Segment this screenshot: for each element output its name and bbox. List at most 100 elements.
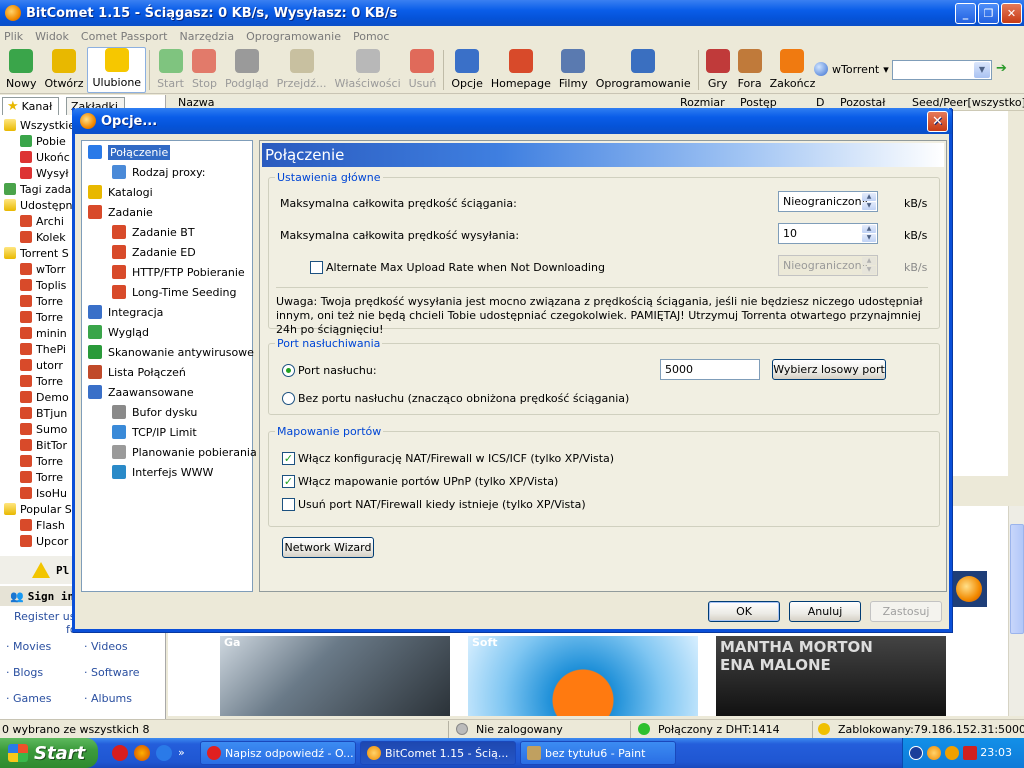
nav-item[interactable]: Skanowanie antywirusowe: [88, 343, 254, 361]
task-opera[interactable]: Napisz odpowiedź - O...: [200, 741, 356, 765]
alt-upload-label[interactable]: Alternate Max Upload Rate when Not Downl…: [326, 261, 605, 274]
close-button[interactable]: ✕: [1001, 3, 1022, 24]
link-videos[interactable]: · Videos: [84, 640, 162, 653]
upnp-checkbox[interactable]: ✓: [282, 475, 295, 488]
port-radio-label[interactable]: Port nasłuchu:: [298, 364, 377, 377]
internet-explorer-icon[interactable]: [156, 745, 172, 761]
ok-button[interactable]: OK: [708, 601, 780, 622]
spin-up-icon[interactable]: ▲: [862, 193, 876, 201]
nav-item[interactable]: Połączenie: [88, 143, 171, 161]
remove-port-checkbox[interactable]: [282, 498, 295, 511]
tray-expand-icon[interactable]: [909, 746, 923, 760]
menu-comet-passport[interactable]: Comet Passport: [81, 30, 168, 43]
no-port-label[interactable]: Bez portu nasłuchu (znacząco obniżona pr…: [298, 392, 629, 405]
link-movies[interactable]: · Movies: [6, 640, 84, 653]
upload-limit-spinner[interactable]: 10 ▲ ▼: [778, 223, 878, 244]
ad-tile-movie[interactable]: MANTHA MORTON ENA MALONE: [716, 636, 946, 716]
firefox-icon[interactable]: [134, 745, 150, 761]
toolbar-button-new[interactable]: Nowy: [2, 47, 40, 93]
wtorrent-selector[interactable]: wTorrent ▾: [814, 62, 889, 76]
ad-tile-game[interactable]: Ga: [220, 636, 450, 716]
start-button[interactable]: Start: [0, 738, 98, 768]
nav-item[interactable]: Rodzaj proxy:: [112, 163, 206, 181]
toolbar-button-label: Przejdź...: [276, 77, 327, 90]
advanced-icon: [88, 385, 102, 399]
nav-item[interactable]: Bufor dysku: [112, 403, 197, 421]
tray-network-icon[interactable]: [945, 746, 959, 760]
quicklaunch-chevron-icon[interactable]: »: [178, 745, 190, 761]
random-port-button[interactable]: Wybierz losowy port: [772, 359, 886, 380]
toolbar-button-games[interactable]: Gry: [702, 47, 734, 93]
toolbar-button-open[interactable]: Otwórz: [40, 47, 87, 93]
menu-file[interactable]: Plik: [4, 30, 23, 43]
toolbar-button-forum[interactable]: Fora: [734, 47, 766, 93]
nav-item[interactable]: Zadanie ED: [112, 243, 196, 261]
nav-item[interactable]: Long-Time Seeding: [112, 283, 237, 301]
port-radio[interactable]: [282, 364, 295, 377]
upnp-label[interactable]: Włącz mapowanie portów UPnP (tylko XP/Vi…: [298, 475, 558, 488]
nav-item[interactable]: Wygląd: [88, 323, 149, 341]
alt-upload-checkbox[interactable]: [310, 261, 323, 274]
port-input[interactable]: 5000: [660, 359, 760, 380]
nav-item[interactable]: Planowanie pobierania: [112, 443, 257, 461]
port-value: 5000: [665, 363, 693, 376]
spin-up-icon[interactable]: ▲: [862, 225, 876, 233]
spin-down-icon[interactable]: ▼: [862, 202, 876, 210]
nav-item-label: Zadanie ED: [132, 245, 196, 259]
link-software[interactable]: · Software: [84, 666, 162, 679]
nav-item[interactable]: Interfejs WWW: [112, 463, 213, 481]
nav-item[interactable]: HTTP/FTP Pobieranie: [112, 263, 245, 281]
scrollbar-thumb[interactable]: [1010, 524, 1024, 634]
menu-tools[interactable]: Narzędzia: [180, 30, 235, 43]
task-paint[interactable]: bez tytułu6 - Paint: [520, 741, 676, 765]
nav-item[interactable]: TCP/IP Limit: [112, 423, 197, 441]
toolbar-button-film[interactable]: Filmy: [555, 47, 592, 93]
status-login[interactable]: Nie zalogowany: [476, 723, 563, 736]
nav-item-label: Bufor dysku: [132, 405, 198, 419]
task-bitcomet[interactable]: BitComet 1.15 - Ścią...: [360, 741, 516, 765]
vertical-scrollbar[interactable]: [1008, 506, 1024, 716]
menu-view[interactable]: Widok: [35, 30, 69, 43]
nav-item[interactable]: Zadanie BT: [112, 223, 195, 241]
nav-item[interactable]: Katalogi: [88, 183, 153, 201]
group-main-settings-legend: Ustawienia główne: [277, 171, 381, 184]
menu-software[interactable]: Oprogramowanie: [246, 30, 341, 43]
cancel-button[interactable]: Anuluj: [789, 601, 861, 622]
toolbar-button-software[interactable]: Oprogramowanie: [592, 47, 695, 93]
no-port-radio[interactable]: [282, 392, 295, 405]
link-blogs[interactable]: · Blogs: [6, 666, 84, 679]
tab-channel[interactable]: ★ Kanał: [2, 97, 60, 115]
torrent-icon: [20, 295, 32, 307]
link-albums[interactable]: · Albums: [84, 692, 162, 705]
nav-item[interactable]: Zaawansowane: [88, 383, 194, 401]
network-wizard-button[interactable]: Network Wizard: [282, 537, 374, 558]
wtorrent-search-input[interactable]: ▼: [892, 60, 992, 80]
tray-bitcomet-icon[interactable]: [927, 746, 941, 760]
link-games[interactable]: · Games: [6, 692, 84, 705]
toolbar-button-options[interactable]: Opcje: [447, 47, 487, 93]
register-link[interactable]: Register us fo: [14, 610, 77, 636]
torrent-icon: [20, 135, 32, 147]
maximize-button[interactable]: ❐: [978, 3, 999, 24]
minimize-button[interactable]: _: [955, 3, 976, 24]
ad-tile-software[interactable]: Soft: [468, 636, 698, 716]
http-ftp-icon: [112, 265, 126, 279]
nat-icsf-checkbox[interactable]: ✓: [282, 452, 295, 465]
remove-port-label[interactable]: Usuń port NAT/Firewall kiedy istnieje (t…: [298, 498, 586, 511]
download-limit-spinner[interactable]: Nieograniczony ▲ ▼: [778, 191, 878, 212]
nav-item[interactable]: Lista Połączeń: [88, 363, 186, 381]
nat-icsf-label[interactable]: Włącz konfigurację NAT/Firewall w ICS/IC…: [298, 452, 614, 465]
tray-antivirus-icon[interactable]: [963, 746, 977, 760]
spin-down-icon[interactable]: ▼: [862, 234, 876, 242]
toolbar-button-power[interactable]: Zakończ: [766, 47, 820, 93]
chevron-down-icon[interactable]: ▼: [974, 62, 990, 78]
nav-item[interactable]: Zadanie: [88, 203, 153, 221]
tray-clock[interactable]: 23:03: [980, 746, 1012, 759]
toolbar-button-favorites-star[interactable]: Ulubione: [87, 47, 147, 93]
dialog-close-button[interactable]: ✕: [927, 111, 948, 132]
toolbar-button-home[interactable]: Homepage: [487, 47, 555, 93]
opera-icon[interactable]: [112, 745, 128, 761]
menu-help[interactable]: Pomoc: [353, 30, 389, 43]
search-go-arrow-icon[interactable]: ➔: [996, 61, 1012, 77]
nav-item[interactable]: Integracja: [88, 303, 163, 321]
